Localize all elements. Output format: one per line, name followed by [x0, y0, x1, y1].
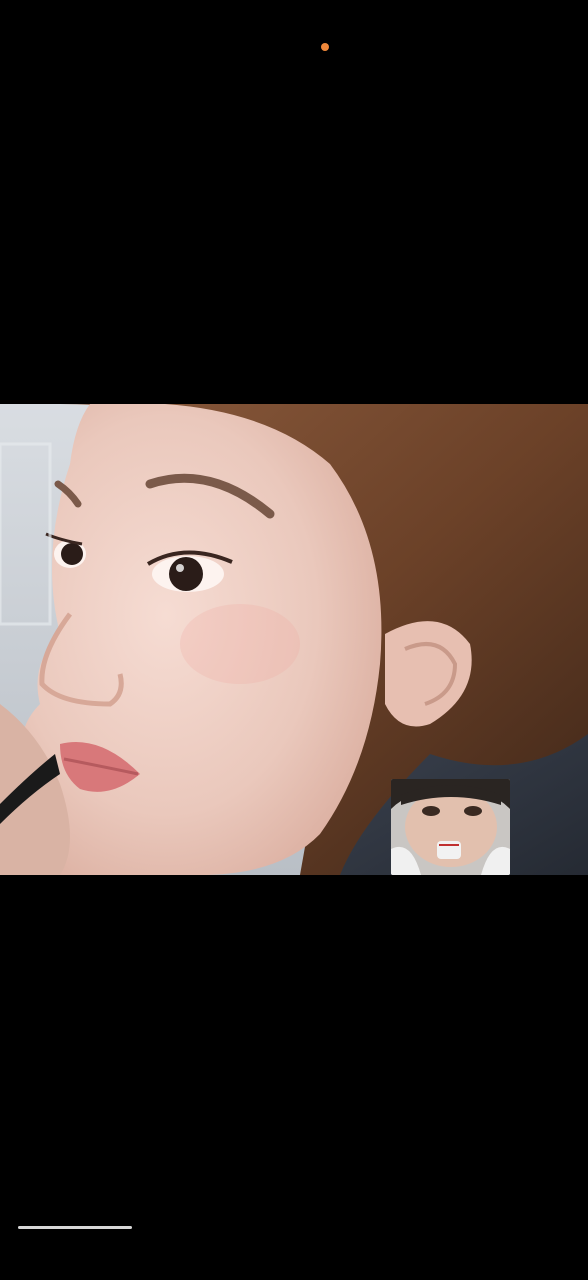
video-call-screen [0, 0, 588, 1280]
self-camera-frame [391, 779, 510, 875]
home-indicator-bar[interactable] [18, 1226, 132, 1229]
privacy-indicator-dot [321, 43, 329, 51]
self-camera-preview[interactable] [391, 779, 510, 875]
